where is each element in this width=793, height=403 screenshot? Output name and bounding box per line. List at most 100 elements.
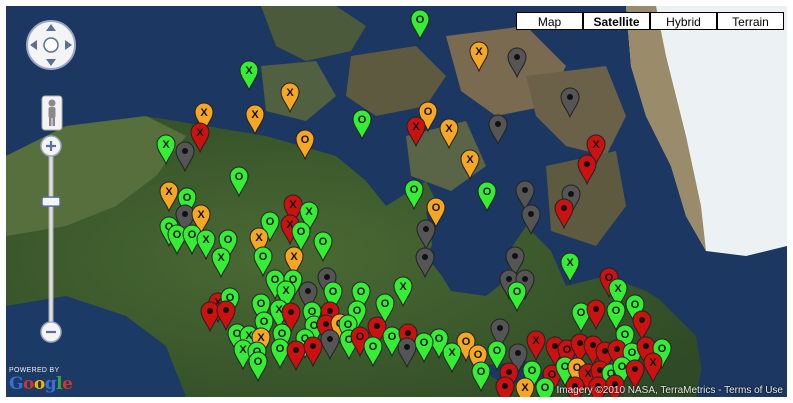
zoom-slider-thumb	[41, 196, 61, 207]
map-marker[interactable]	[577, 154, 597, 186]
map-marker[interactable]	[320, 329, 340, 361]
marker-glyph: O	[344, 319, 353, 331]
map-type-map-button[interactable]: Map	[516, 12, 583, 30]
marker-glyph: O	[369, 341, 378, 353]
map-marker[interactable]: X	[280, 82, 300, 114]
map-marker[interactable]	[554, 198, 574, 230]
map-marker[interactable]: O	[270, 338, 290, 370]
marker-glyph: O	[420, 337, 429, 349]
map-marker[interactable]: X	[515, 377, 535, 397]
map-marker[interactable]: X	[156, 134, 176, 166]
marker-glyph: X	[475, 46, 483, 58]
marker-glyph: O	[474, 349, 483, 361]
map-marker[interactable]: O	[507, 281, 527, 313]
map-marker[interactable]: X	[393, 276, 413, 308]
map-marker[interactable]	[632, 310, 652, 342]
satellite-map[interactable]: OXXXXXOOXXXOXXXOOOXOXOXXOOXOOXXOOOXOXXOO…	[6, 6, 787, 397]
marker-glyph: X	[290, 251, 298, 263]
marker-glyph: X	[286, 87, 294, 99]
marker-glyph: O	[257, 298, 266, 310]
map-marker[interactable]: O	[295, 129, 315, 161]
map-type-terrain-button[interactable]: Terrain	[717, 12, 784, 30]
map-marker[interactable]: X	[560, 252, 580, 284]
marker-glyph: X	[217, 252, 225, 264]
map-marker[interactable]: X	[406, 116, 426, 148]
map-type-hybrid-button[interactable]: Hybrid	[650, 12, 717, 30]
marker-glyph: O	[628, 347, 637, 359]
map-marker[interactable]: X	[211, 247, 231, 279]
map-marker[interactable]	[286, 340, 306, 372]
map-marker[interactable]	[200, 301, 220, 333]
marker-glyph: O	[276, 343, 285, 355]
map-marker[interactable]: O	[382, 326, 402, 358]
map-marker[interactable]	[303, 336, 323, 368]
map-marker[interactable]	[507, 47, 527, 79]
marker-glyph: O	[224, 234, 233, 246]
marker-glyph: X	[445, 123, 453, 135]
marker-glyph: O	[183, 192, 192, 204]
marker-glyph: O	[297, 226, 306, 238]
pegman-icon[interactable]	[41, 95, 63, 131]
marker-glyph: O	[621, 329, 630, 341]
map-marker[interactable]: X	[643, 352, 663, 384]
marker-glyph: O	[483, 186, 492, 198]
marker-glyph: O	[278, 328, 287, 340]
marker-glyph: O	[358, 114, 367, 126]
map-marker[interactable]: O	[471, 361, 491, 393]
map-marker[interactable]: X	[460, 149, 480, 181]
map-marker[interactable]: X	[526, 330, 546, 362]
map-marker[interactable]: O	[352, 109, 372, 141]
map-marker[interactable]: O	[404, 179, 424, 211]
marker-glyph: O	[259, 251, 268, 263]
map-marker[interactable]: O	[167, 224, 187, 256]
map-marker[interactable]: O	[477, 181, 497, 213]
marker-glyph: O	[235, 171, 244, 183]
map-marker[interactable]: O	[248, 351, 268, 383]
map-marker[interactable]: X	[239, 60, 259, 92]
marker-glyph: O	[541, 382, 550, 394]
marker-glyph: X	[200, 107, 208, 119]
map-marker[interactable]: X	[469, 41, 489, 73]
marker-glyph: O	[612, 305, 621, 317]
map-type-satellite-button[interactable]: Satellite	[583, 12, 650, 30]
zoom-control[interactable]	[39, 134, 63, 344]
pan-control[interactable]	[25, 19, 77, 71]
map-marker[interactable]: O	[410, 9, 430, 41]
map-marker[interactable]	[175, 141, 195, 173]
map-marker[interactable]: X	[442, 342, 462, 374]
marker-glyph: X	[305, 206, 313, 218]
marker-glyph: O	[528, 365, 537, 377]
marker-glyph: X	[282, 285, 290, 297]
marker-glyph: O	[188, 229, 197, 241]
map-marker[interactable]	[560, 87, 580, 119]
marker-glyph: O	[577, 307, 586, 319]
marker-glyph: X	[165, 186, 173, 198]
map-marker[interactable]	[416, 219, 436, 251]
map-marker[interactable]: O	[414, 332, 434, 364]
map-marker[interactable]	[488, 114, 508, 146]
map-marker[interactable]	[397, 337, 417, 369]
map-marker[interactable]: O	[229, 166, 249, 198]
marker-glyph: X	[289, 199, 297, 211]
map-marker[interactable]: X	[159, 181, 179, 213]
map-marker[interactable]: O	[535, 377, 555, 397]
map-marker[interactable]: O	[363, 336, 383, 368]
map-marker[interactable]	[415, 247, 435, 279]
marker-glyph: O	[319, 236, 328, 248]
map-marker[interactable]: X	[245, 104, 265, 136]
map-marker[interactable]	[495, 376, 515, 397]
map-marker[interactable]	[521, 204, 541, 236]
map-marker[interactable]: O	[313, 231, 333, 263]
marker-glyph: O	[435, 333, 444, 345]
marker-glyph: X	[532, 335, 540, 347]
google-logo[interactable]: POWERED BY Google	[9, 367, 73, 394]
marker-glyph: X	[649, 357, 657, 369]
marker-glyph: O	[513, 286, 522, 298]
marker-glyph: O	[618, 361, 627, 373]
marker-glyph: O	[432, 202, 441, 214]
map-marker[interactable]: X	[439, 118, 459, 150]
map-marker[interactable]	[586, 299, 606, 331]
marker-glyph: X	[202, 234, 210, 246]
marker-glyph: X	[399, 281, 407, 293]
marker-glyph: O	[416, 14, 425, 26]
